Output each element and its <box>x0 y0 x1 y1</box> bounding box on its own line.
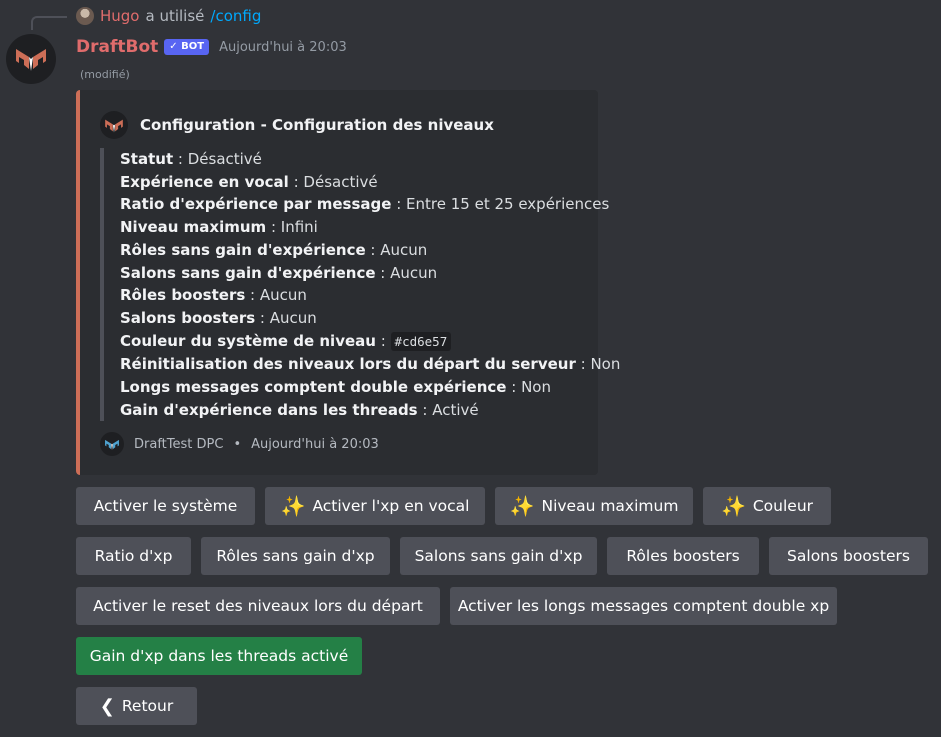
reply-username[interactable]: Hugo <box>100 7 140 25</box>
config-embed: Configuration - Configuration des niveau… <box>76 90 621 475</box>
reply-reference[interactable]: Hugo a utilisé /config <box>76 6 261 26</box>
message-timestamp: Aujourd'hui à 20:03 <box>219 39 347 55</box>
message-header: DraftBot ✓ BOT Aujourd'hui à 20:03 <box>76 35 347 59</box>
long-messages-button[interactable]: Activer les longs messages comptent doub… <box>450 587 837 625</box>
field-threads-xp: Gain d'expérience dans les threads : Act… <box>120 400 479 419</box>
footer-separator: • <box>233 436 242 452</box>
embed-author-icon <box>100 111 128 139</box>
embed-author: Configuration - Configuration des niveau… <box>100 111 494 139</box>
edited-label: (modifié) <box>80 68 130 81</box>
draftbot-logo-icon <box>105 119 123 133</box>
embed-title: Configuration - Configuration des niveau… <box>140 116 494 134</box>
activate-system-button[interactable]: Activer le système <box>76 487 255 525</box>
reply-command[interactable]: /config <box>210 7 261 25</box>
field-channels-no-xp: Salons sans gain d'expérience : Aucun <box>120 263 438 282</box>
draftbot-logo-icon <box>16 49 46 71</box>
reset-on-leave-button[interactable]: Activer le reset des niveaux lors du dép… <box>76 587 440 625</box>
server-icon <box>100 432 124 456</box>
bot-tag: ✓ BOT <box>164 39 210 55</box>
field-roles-no-xp: Rôles sans gain d'expérience : Aucun <box>120 240 428 259</box>
draftbot-logo-icon <box>105 439 119 450</box>
roles-no-xp-button[interactable]: Rôles sans gain d'xp <box>201 537 390 575</box>
activate-voice-xp-button[interactable]: ✨ Activer l'xp en vocal <box>265 487 485 525</box>
sparkles-icon: ✨ <box>509 494 535 518</box>
reply-action-text: a utilisé <box>145 7 205 25</box>
field-status: Statut : Désactivé <box>120 150 262 168</box>
sparkles-icon: ✨ <box>280 494 306 518</box>
sparkles-icon: ✨ <box>720 494 746 518</box>
chevron-left-icon: ❮ <box>99 695 115 717</box>
color-code: #cd6e57 <box>390 331 452 351</box>
footer-time: Aujourd'hui à 20:03 <box>251 436 379 452</box>
max-level-button[interactable]: ✨ Niveau maximum <box>495 487 693 525</box>
author-name[interactable]: DraftBot <box>76 37 158 57</box>
field-long-messages: Longs messages comptent double expérienc… <box>120 378 551 397</box>
reply-user-avatar[interactable] <box>76 7 94 25</box>
reply-spine <box>31 16 67 30</box>
back-button[interactable]: ❮ Retour <box>76 687 197 725</box>
field-voice-xp: Expérience en vocal : Désactivé <box>120 172 378 191</box>
threads-xp-button[interactable]: Gain d'xp dans les threads activé <box>76 637 362 675</box>
field-reset-on-leave: Réinitialisation des niveaux lors du dép… <box>120 355 621 374</box>
channels-boosters-button[interactable]: Salons boosters <box>769 537 928 575</box>
bot-avatar[interactable] <box>6 34 56 84</box>
footer-server: DraftTest DPC <box>134 436 224 452</box>
embed-footer: DraftTest DPC • Aujourd'hui à 20:03 <box>100 432 379 456</box>
color-button[interactable]: ✨ Couleur <box>703 487 831 525</box>
embed-fields: Statut : Désactivé Expérience en vocal :… <box>100 148 621 422</box>
field-max-level: Niveau maximum : Infini <box>120 218 318 237</box>
field-channels-boosters: Salons boosters : Aucun <box>120 308 317 327</box>
field-roles-boosters: Rôles boosters : Aucun <box>120 286 307 305</box>
field-xp-ratio: Ratio d'expérience par message : Entre 1… <box>120 195 610 214</box>
field-level-color: Couleur du système de niveau : #cd6e57 <box>120 330 580 354</box>
roles-boosters-button[interactable]: Rôles boosters <box>607 537 759 575</box>
xp-ratio-button[interactable]: Ratio d'xp <box>76 537 191 575</box>
channels-no-xp-button[interactable]: Salons sans gain d'xp <box>400 537 597 575</box>
